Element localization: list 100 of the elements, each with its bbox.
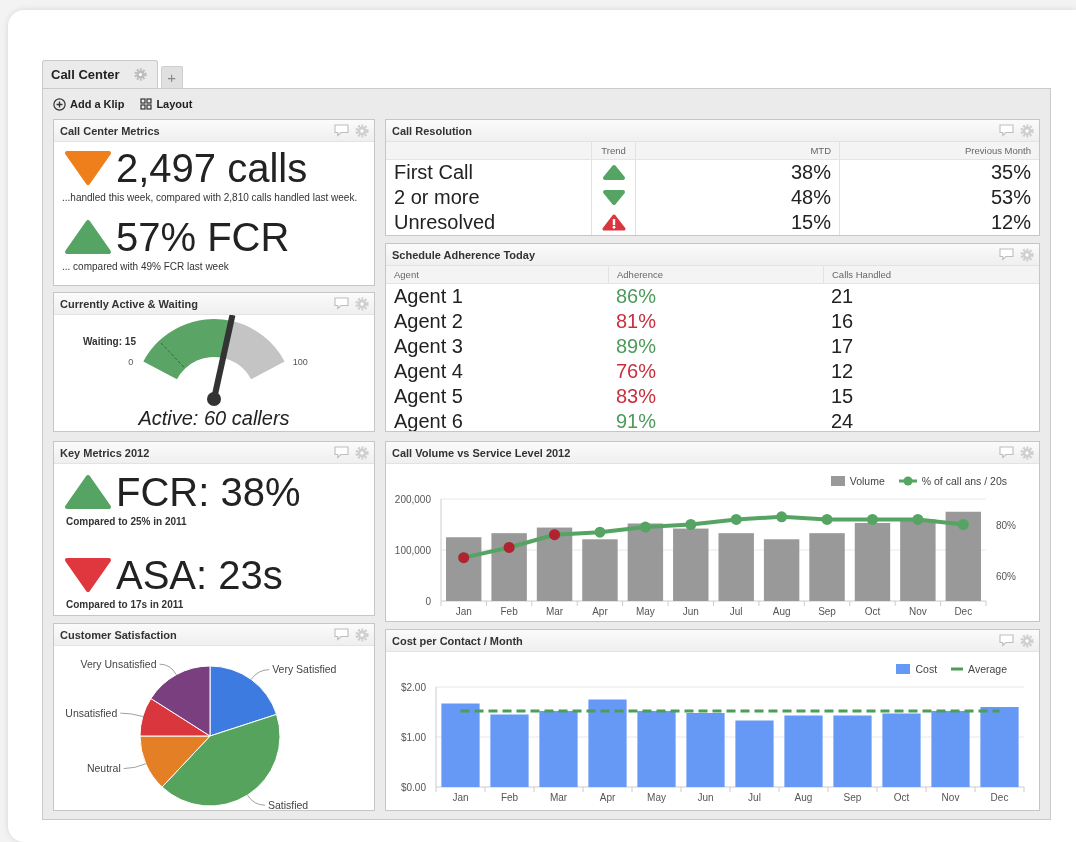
- metric-note: Compared to 17s in 2011: [65, 597, 185, 611]
- gauge-max-label: 100: [292, 357, 308, 368]
- axis-tick-label: Jan: [455, 606, 472, 617]
- leader-line: [159, 663, 177, 676]
- table-cell-text: Agent 3: [393, 334, 464, 359]
- comment-icon[interactable]: [334, 124, 349, 137]
- data-point: [594, 526, 606, 538]
- panel-title: Currently Active & Waiting: [60, 297, 199, 310]
- axis-tick-label: Oct: [893, 792, 910, 803]
- table-cell-text: 86%: [615, 284, 658, 309]
- axis-tick-label: Aug: [772, 606, 791, 617]
- gauge-label: Waiting: 15: [83, 336, 136, 347]
- pie-label: Very Unsatisfied: [80, 657, 157, 670]
- settings-icon[interactable]: [1020, 633, 1034, 648]
- chart-bar: [784, 715, 823, 787]
- comment-icon[interactable]: [999, 124, 1014, 137]
- grid-icon: [140, 98, 153, 110]
- settings-icon[interactable]: [355, 627, 369, 642]
- settings-icon[interactable]: [133, 68, 147, 81]
- chart-bar: [833, 715, 872, 787]
- axis-tick-label: Mar: [549, 792, 568, 803]
- chart-bar: [491, 533, 527, 601]
- legend-label: Volume: [849, 475, 885, 487]
- legend-label: % of call ans / 20s: [921, 475, 1007, 487]
- table-cell: 15%: [635, 210, 839, 235]
- legend-label: Cost: [915, 663, 938, 675]
- metric-value: ASA: 23s: [116, 554, 283, 595]
- column-header: Agent: [386, 266, 608, 284]
- axis-tick-label: Feb: [500, 606, 518, 617]
- table-cell-text: First Call: [393, 160, 474, 185]
- comment-icon[interactable]: [999, 446, 1014, 459]
- table-cell-text: 91%: [615, 409, 658, 431]
- panel-title: Customer Satisfaction: [60, 628, 178, 641]
- axis-tick-label: 80%: [996, 519, 1016, 531]
- data-point: [776, 511, 788, 523]
- table-cell-text: Agent 2: [393, 309, 464, 334]
- axis-tick-label: Apr: [599, 792, 616, 803]
- data-point: [912, 513, 924, 525]
- panel-title: Call Resolution: [392, 124, 474, 137]
- table-cell-text: 2 or more: [393, 185, 481, 210]
- axis-tick-label: Jan: [452, 792, 469, 803]
- axis-tick-label: $0.00: [400, 782, 426, 793]
- axis-tick-label: Sep: [843, 792, 862, 803]
- axis-tick-label: Mar: [545, 606, 564, 617]
- data-point: [639, 521, 651, 533]
- column-header: Calls Handled: [823, 266, 1039, 284]
- data-point: [866, 513, 878, 525]
- comment-icon[interactable]: [334, 297, 349, 310]
- table-cell-text: Unresolved: [393, 210, 497, 235]
- pie-label: Neutral: [86, 762, 121, 775]
- table-cell-text: Agent 4: [393, 359, 464, 384]
- settings-icon[interactable]: [1020, 445, 1034, 460]
- comment-icon[interactable]: [999, 248, 1014, 261]
- pie-label: Very Satisfied: [272, 663, 337, 676]
- axis-tick-label: Jun: [697, 792, 714, 803]
- axis-tick-label: 100,000: [394, 545, 431, 556]
- table-cell-text: 81%: [615, 309, 658, 334]
- table-cell-text: 15: [830, 384, 855, 409]
- column-header: Adherence: [608, 266, 823, 284]
- data-point: [730, 513, 742, 525]
- settings-icon[interactable]: [355, 123, 369, 138]
- comment-icon[interactable]: [999, 634, 1014, 647]
- axis-tick-label: Oct: [864, 606, 881, 617]
- metric-value: 2,497 calls: [116, 148, 308, 188]
- table-cell-text: 16: [830, 309, 855, 334]
- metric-note: ... compared with 49% FCR last week: [61, 259, 230, 273]
- metric-value: FCR: 38%: [116, 472, 301, 512]
- pie-label: Satisfied: [267, 798, 309, 810]
- axis-tick-label: Jun: [682, 606, 699, 617]
- axis-tick-label: Dec: [990, 792, 1009, 803]
- axis-tick-label: Nov: [909, 606, 927, 617]
- axis-tick-label: May: [647, 792, 666, 803]
- toolbar-button[interactable]: Add a Klip: [53, 97, 125, 111]
- chart-bar: [809, 533, 845, 601]
- settings-icon[interactable]: [1020, 247, 1034, 262]
- table-cell: 48%: [635, 185, 839, 210]
- legend-swatch: [898, 476, 917, 486]
- panel-title: Call Volume vs Service Level 2012: [392, 446, 572, 459]
- comment-icon[interactable]: [334, 628, 349, 641]
- panel-title: Schedule Adherence Today: [392, 248, 537, 261]
- settings-icon[interactable]: [355, 296, 369, 311]
- metric-note: Compared to 25% in 2011: [65, 515, 188, 529]
- chart-bar: [735, 720, 774, 787]
- gauge-caption: Active: 60 callers: [136, 407, 291, 430]
- table-cell-text: 89%: [615, 334, 658, 359]
- toolbar-button[interactable]: Layout: [140, 98, 193, 110]
- axis-tick-label: Jul: [748, 792, 761, 803]
- chart-bar: [718, 533, 754, 601]
- table-cell-text: 12: [830, 359, 855, 384]
- metric-value: 57% FCR: [116, 216, 290, 257]
- dashboard-tab[interactable]: Call Center: [42, 60, 158, 88]
- settings-icon[interactable]: [1020, 123, 1034, 138]
- pie-label: Unsatisfied: [65, 706, 118, 719]
- data-point: [957, 519, 969, 530]
- column-header: Trend: [591, 142, 635, 160]
- axis-tick-label: May: [635, 606, 655, 617]
- comment-icon[interactable]: [334, 446, 349, 459]
- axis-tick-label: Sep: [818, 606, 836, 617]
- settings-icon[interactable]: [355, 445, 369, 460]
- panel-title: Cost per Contact / Month: [392, 634, 524, 647]
